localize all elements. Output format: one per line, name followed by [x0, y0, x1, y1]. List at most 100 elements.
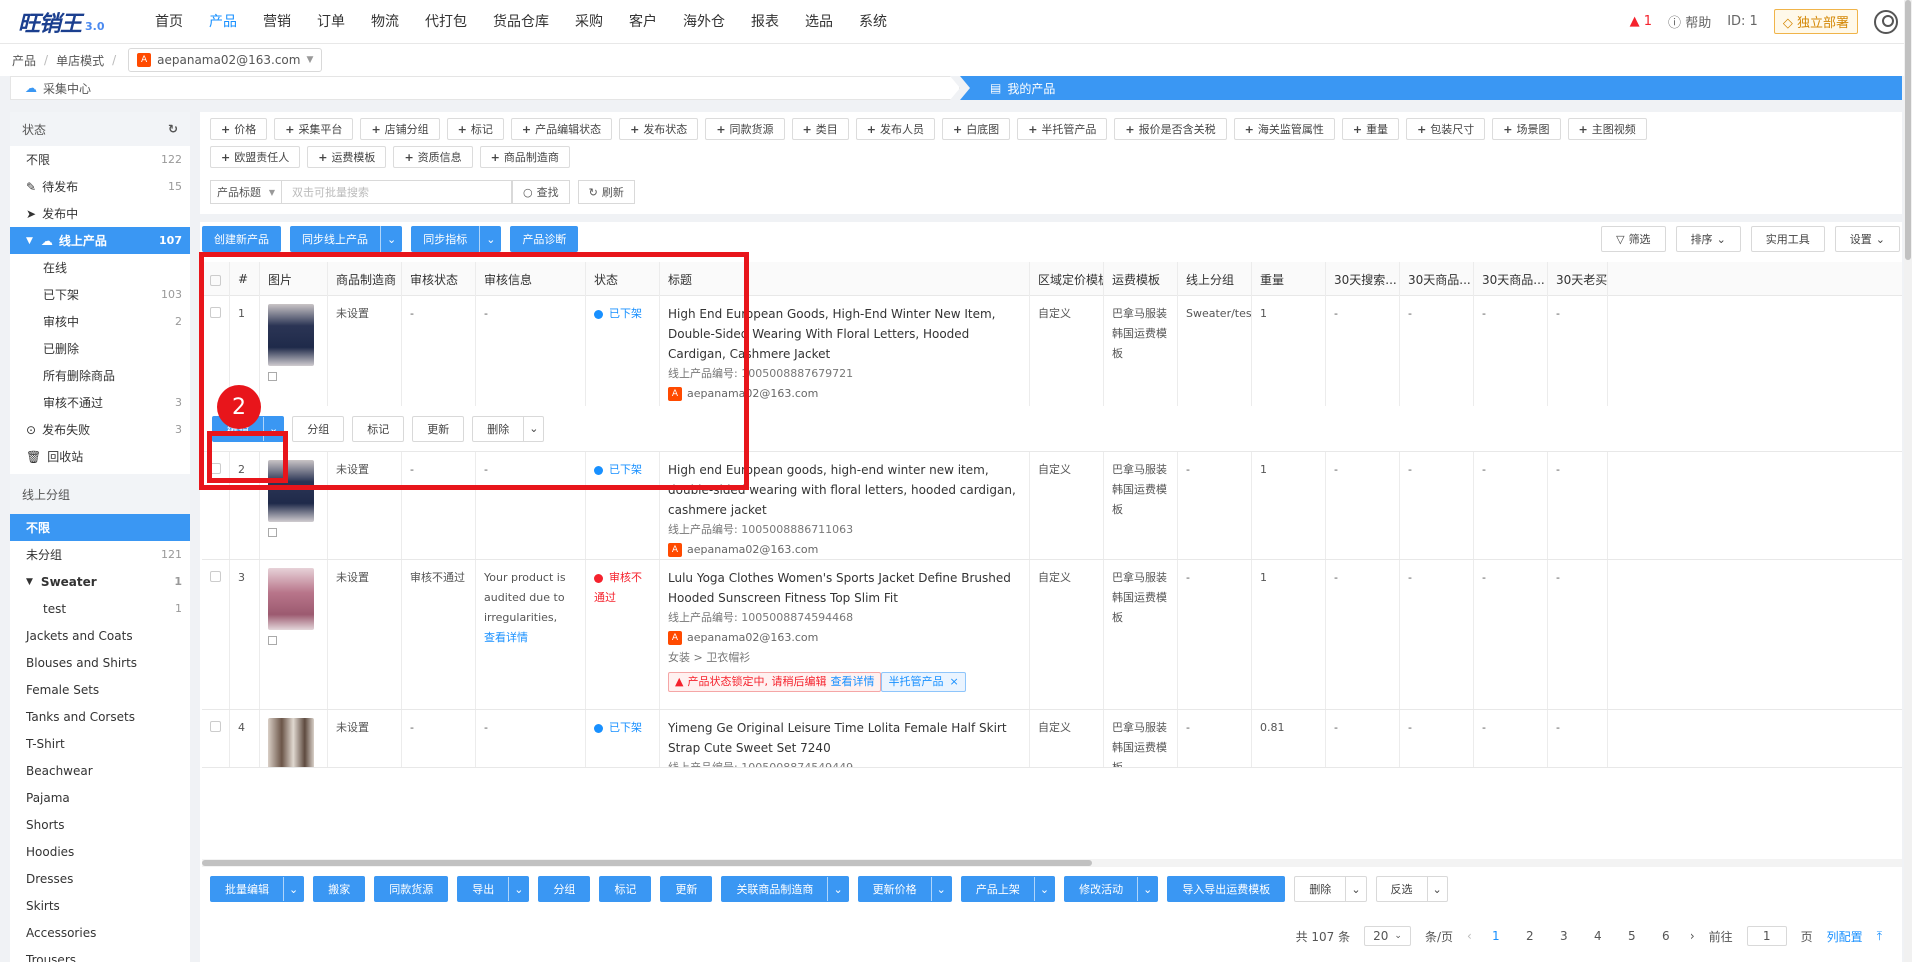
sidebar-group-item[interactable]: ▼ Sweater 1: [10, 568, 190, 595]
help-link[interactable]: ⓘ 帮助: [1668, 12, 1711, 31]
column-config-link[interactable]: 列配置: [1827, 928, 1863, 945]
filter-tag[interactable]: + 发布状态: [619, 118, 699, 140]
batch-button[interactable]: 分组: [538, 876, 591, 902]
chevron-down-icon[interactable]: ⌄: [1033, 877, 1054, 901]
sidebar-group-item[interactable]: Blouses and Shirts: [10, 649, 190, 676]
filter-tag[interactable]: + 包装尺寸: [1406, 118, 1486, 140]
select-all-checkbox[interactable]: [210, 275, 221, 286]
copy-icon[interactable]: [268, 636, 277, 645]
copy-icon[interactable]: [268, 372, 277, 381]
table-row[interactable]: 3 未设置 审核不通过 Your product is audited due to …: [202, 560, 1902, 710]
row-checkbox[interactable]: [210, 721, 221, 732]
page-number[interactable]: 1: [1486, 929, 1506, 943]
batch-button[interactable]: 修改活动 ⌄: [1064, 876, 1159, 902]
filter-button[interactable]: ▽ 筛选: [1601, 226, 1666, 252]
diagnose-button[interactable]: 产品诊断: [510, 226, 579, 252]
batch-button[interactable]: 标记: [599, 876, 652, 902]
sidebar-group-item[interactable]: Accessories: [10, 919, 190, 946]
alert-indicator[interactable]: ▲ 1: [1630, 14, 1652, 29]
sidebar-status-item[interactable]: 不限 122: [10, 146, 190, 173]
sidebar-status-item[interactable]: ▼ ☁ 线上产品 107: [10, 227, 190, 254]
app-logo[interactable]: 旺销王 3.0: [0, 0, 120, 44]
table-row[interactable]: 2 未设置 - - 已下架 High end European goods, high-e…: [202, 452, 1902, 560]
menu-item[interactable]: 选品: [792, 0, 846, 44]
deploy-button[interactable]: ◇ 独立部署: [1773, 9, 1858, 34]
sort-button[interactable]: 排序 ⌄: [1675, 226, 1741, 252]
chevron-down-icon[interactable]: ⌄: [930, 877, 951, 901]
menu-item[interactable]: 海外仓: [670, 0, 738, 44]
batch-button[interactable]: 同款货源: [374, 876, 449, 902]
sidebar-status-item[interactable]: 在线: [10, 254, 190, 281]
batch-button[interactable]: 更新价格 ⌄: [857, 876, 952, 902]
sidebar-status-item[interactable]: ✎ 待发布 15: [10, 173, 190, 200]
sidebar-group-item[interactable]: 未分组 121: [10, 541, 190, 568]
product-thumbnail[interactable]: [268, 304, 314, 366]
prev-page-icon[interactable]: ‹: [1467, 929, 1472, 943]
mark-button[interactable]: 标记: [352, 415, 405, 442]
chevron-down-icon[interactable]: ⌄: [1345, 877, 1365, 901]
back-to-top-icon[interactable]: ⤒: [1877, 929, 1882, 944]
filter-tag[interactable]: + 欧盟责任人: [210, 146, 301, 168]
next-page-icon[interactable]: ›: [1690, 929, 1695, 943]
sidebar-status-item[interactable]: ➤ 发布中: [10, 200, 190, 227]
sidebar-status-item[interactable]: 所有删除商品: [10, 362, 190, 389]
chevron-down-icon[interactable]: ⌄: [479, 226, 501, 252]
menu-item[interactable]: 首页: [142, 0, 196, 44]
refresh-icon[interactable]: ↻: [168, 122, 178, 136]
sidebar-status-item[interactable]: 审核中 2: [10, 308, 190, 335]
batch-button[interactable]: 删除 ⌄: [1294, 876, 1367, 902]
product-title[interactable]: High End European Goods, High-End Winter…: [668, 304, 1021, 364]
filter-tag[interactable]: + 产品编辑状态: [510, 118, 613, 140]
workflow-collect-center[interactable]: ☁ 采集中心: [10, 76, 960, 100]
page-number[interactable]: 6: [1656, 929, 1676, 943]
page-size-select[interactable]: 20 ⌄: [1364, 926, 1411, 946]
scrollbar-thumb[interactable]: [202, 860, 1092, 866]
menu-item[interactable]: 代打包: [412, 0, 480, 44]
sidebar-group-item[interactable]: Female Sets: [10, 676, 190, 703]
sidebar-group-item[interactable]: 不限: [10, 514, 190, 541]
breadcrumb-single-store[interactable]: 单店模式: [56, 52, 104, 69]
page-number[interactable]: 4: [1588, 929, 1608, 943]
batch-button[interactable]: 产品上架 ⌄: [960, 876, 1056, 902]
search-field-select[interactable]: 产品标题 ▼: [210, 180, 282, 204]
tools-button[interactable]: 实用工具: [1750, 226, 1825, 252]
product-title[interactable]: High end European goods, high-end winter…: [668, 460, 1021, 520]
sidebar-status-item[interactable]: 审核不通过 3: [10, 389, 190, 416]
horizontal-scrollbar[interactable]: [202, 859, 1902, 867]
sidebar-group-item[interactable]: test 1: [10, 595, 190, 622]
page-number[interactable]: 3: [1554, 929, 1574, 943]
batch-button[interactable]: 反选 ⌄: [1375, 876, 1448, 902]
sidebar-status-item[interactable]: 🗑 回收站: [10, 443, 190, 470]
menu-item[interactable]: 报表: [738, 0, 792, 44]
sidebar-group-item[interactable]: Beachwear: [10, 757, 190, 784]
avatar-icon[interactable]: [1874, 9, 1898, 34]
sidebar-group-item[interactable]: Hoodies: [10, 838, 190, 865]
filter-tag[interactable]: + 重量: [1341, 118, 1400, 140]
find-button[interactable]: ○ 查找: [512, 180, 570, 204]
update-button[interactable]: 更新: [412, 415, 465, 442]
sidebar-status-item[interactable]: 已下架 103: [10, 281, 190, 308]
row-checkbox[interactable]: [210, 463, 221, 474]
search-input[interactable]: 双击可批量搜索: [282, 180, 512, 204]
menu-item[interactable]: 系统: [846, 0, 900, 44]
filter-tag[interactable]: + 运费模板: [307, 146, 387, 168]
chevron-down-icon[interactable]: ⌄: [827, 877, 847, 901]
group-button[interactable]: 分组: [292, 415, 345, 442]
scrollbar-thumb[interactable]: [1905, 0, 1911, 260]
create-product-button[interactable]: 创建新产品: [202, 226, 281, 252]
filter-tag[interactable]: + 类目: [791, 118, 849, 140]
filter-tag[interactable]: + 报价是否含关税: [1114, 118, 1227, 140]
product-thumbnail[interactable]: [268, 460, 314, 522]
filter-tag[interactable]: + 发布人员: [855, 118, 935, 140]
filter-tag[interactable]: + 商品制造商: [479, 146, 570, 168]
sidebar-status-item[interactable]: ⊙ 发布失败 3: [10, 416, 190, 443]
filter-tag[interactable]: + 场景图: [1492, 118, 1561, 140]
audit-detail-link[interactable]: 查看详情: [484, 628, 577, 648]
filter-tag[interactable]: + 价格: [210, 118, 268, 140]
table-row[interactable]: 4 未设置 - - 已下架 Yimeng Ge Original Leisure Time…: [202, 710, 1902, 768]
sidebar-group-item[interactable]: Pajama: [10, 784, 190, 811]
product-title[interactable]: Yimeng Ge Original Leisure Time Lolita F…: [668, 718, 1021, 758]
filter-tag[interactable]: + 店铺分组: [360, 118, 440, 140]
filter-tag[interactable]: + 主图视频: [1567, 118, 1647, 140]
sync-products-button[interactable]: 同步线上产品 ⌄: [290, 226, 403, 252]
